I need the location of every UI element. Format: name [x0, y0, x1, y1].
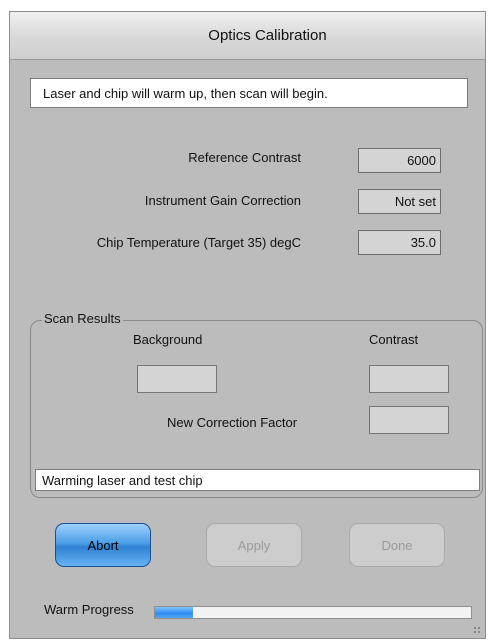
calibration-window: Optics Calibration Laser and chip will w…	[9, 11, 486, 639]
info-message-box: Laser and chip will warm up, then scan w…	[30, 78, 468, 108]
status-text: Warming laser and test chip	[42, 472, 203, 488]
chip-temperature-value: 35.0	[410, 235, 436, 250]
warm-progress-label: Warm Progress	[44, 602, 134, 617]
background-value-box	[137, 365, 217, 393]
status-box: Warming laser and test chip	[35, 469, 480, 491]
warm-progress-bar	[154, 606, 472, 619]
chip-temperature-label: Chip Temperature (Target 35) degC	[96, 235, 301, 250]
reference-contrast-field: 6000	[358, 148, 441, 173]
contrast-value-box	[369, 365, 449, 393]
correction-factor-label: New Correction Factor	[167, 415, 298, 430]
scan-results-title: Scan Results	[42, 311, 123, 326]
correction-factor-box	[369, 406, 449, 434]
contrast-column-label: Contrast	[369, 332, 419, 347]
window-title: Optics Calibration	[208, 27, 327, 44]
abort-button[interactable]: Abort	[55, 523, 151, 567]
background-column-label: Background	[133, 332, 203, 347]
done-button[interactable]: Done	[349, 523, 445, 567]
reference-contrast-value: 6000	[407, 153, 436, 168]
apply-button[interactable]: Apply	[206, 523, 302, 567]
reference-contrast-label: Reference Contrast	[188, 150, 301, 165]
chip-temperature-field: 35.0	[358, 230, 441, 255]
abort-button-label: Abort	[87, 537, 119, 553]
warm-progress-fill	[155, 607, 193, 618]
resize-grip-icon[interactable]	[473, 626, 482, 635]
apply-button-label: Apply	[237, 537, 271, 553]
title-bar[interactable]: Optics Calibration	[10, 12, 485, 60]
info-message: Laser and chip will warm up, then scan w…	[43, 85, 328, 101]
instrument-gain-label: Instrument Gain Correction	[144, 193, 301, 208]
instrument-gain-field: Not set	[358, 189, 441, 214]
done-button-label: Done	[381, 537, 413, 553]
instrument-gain-value: Not set	[394, 194, 436, 209]
